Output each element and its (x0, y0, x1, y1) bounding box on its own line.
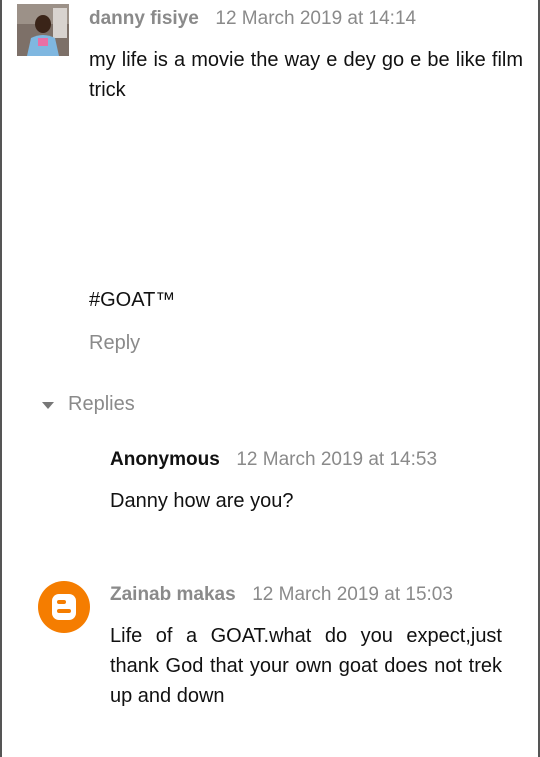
reply-link[interactable]: Reply (89, 332, 140, 355)
reply-author: Anonymous (110, 449, 220, 470)
comment-author[interactable]: danny fisiye (89, 8, 199, 29)
reply-header: Zainab makas 12 March 2019 at 15:03 (110, 584, 453, 606)
reply-timestamp[interactable]: 12 March 2019 at 15:03 (252, 584, 453, 605)
reply-text: Danny how are you? (110, 490, 294, 512)
left-border (0, 0, 2, 757)
caret-down-icon (42, 402, 54, 409)
replies-toggle-label: Replies (68, 393, 135, 415)
comment-timestamp[interactable]: 12 March 2019 at 14:14 (215, 8, 416, 29)
reply-text: Life of a GOAT.what do you expect,just t… (110, 625, 502, 707)
reply-timestamp[interactable]: 12 March 2019 at 14:53 (236, 449, 437, 470)
comment-tag: #GOAT™ (89, 289, 176, 311)
reply-header: Anonymous 12 March 2019 at 14:53 (110, 449, 437, 471)
comment-text: my life is a movie the way e dey go e be… (89, 49, 523, 101)
replies-toggle[interactable]: Replies (42, 393, 135, 416)
avatar[interactable] (17, 4, 69, 56)
user-photo-icon (17, 4, 69, 56)
blogger-logo-icon[interactable] (37, 580, 91, 634)
reply-author[interactable]: Zainab makas (110, 584, 236, 605)
comment-header: danny fisiye 12 March 2019 at 14:14 (89, 8, 416, 30)
